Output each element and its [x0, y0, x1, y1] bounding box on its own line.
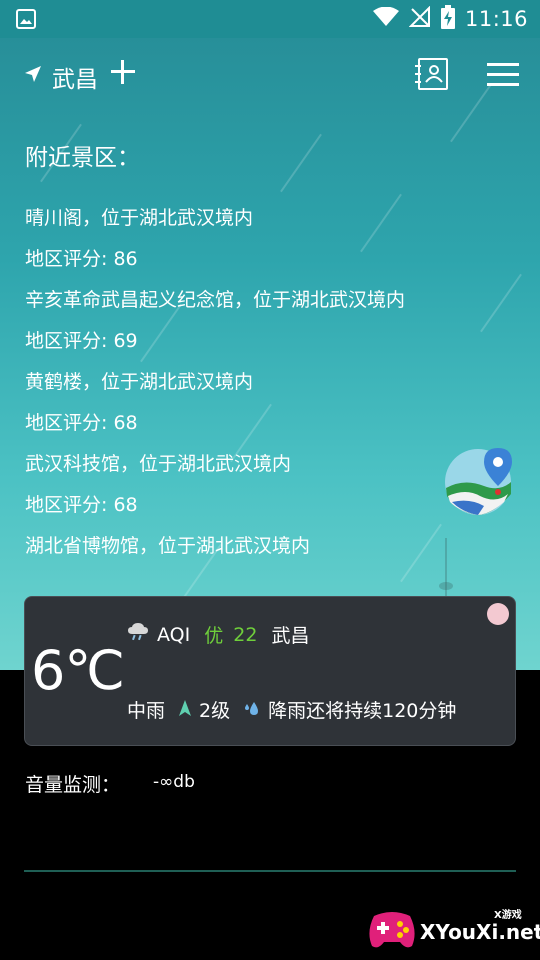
- list-item: 地区评分: 68: [25, 494, 138, 516]
- location-arrow-icon: [24, 65, 42, 87]
- aqi-label: AQI: [157, 623, 191, 646]
- list-item: 武汉科技馆，位于湖北武汉境内: [25, 453, 292, 475]
- no-signal-icon: [408, 5, 431, 32]
- watermark-site: XYouXi.net: [420, 920, 540, 944]
- watermark-tag: X游戏: [494, 910, 522, 921]
- site-watermark: X游戏 XYouXi.net: [366, 902, 540, 956]
- raindrop-icon: [244, 699, 260, 721]
- nearby-spots-list: 晴川阁，位于湖北武汉境内 地区评分: 86 辛亥革命武昌起义纪念馆，位于湖北武汉…: [25, 205, 405, 574]
- list-item: 湖北省博物馆，位于湖北武汉境内: [25, 535, 311, 557]
- gamepad-logo-icon: [369, 912, 415, 948]
- current-city[interactable]: 武昌: [52, 60, 98, 94]
- top-bar: 武昌: [0, 38, 540, 112]
- menu-button[interactable]: [487, 62, 519, 92]
- map-button[interactable]: [444, 444, 516, 516]
- map-pin-icon: [445, 448, 512, 515]
- gallery-icon: [16, 9, 36, 33]
- list-item: 黄鹤楼，位于湖北武汉境内: [25, 371, 254, 393]
- divider: [24, 870, 516, 872]
- contact-card-icon: [415, 58, 448, 90]
- aqi-value: 22: [233, 623, 258, 646]
- wind-direction-icon: [179, 699, 192, 721]
- badge-icon: [487, 603, 509, 625]
- aqi-row: AQI 优 22 武昌: [127, 621, 309, 648]
- temperature: 6℃: [31, 639, 125, 702]
- status-time: 11:16: [464, 7, 528, 31]
- weather-card[interactable]: 6℃ AQI 优 22 武昌 中雨 2级 降雨还将持续120分钟: [24, 596, 516, 746]
- list-item: 地区评分: 86: [25, 248, 138, 270]
- condition-row: 中雨 2级 降雨还将持续120分钟: [127, 696, 456, 723]
- tower-silhouette-icon: [439, 538, 453, 598]
- list-item: 地区评分: 68: [25, 412, 138, 434]
- district-label: 武昌: [271, 625, 310, 647]
- list-item: 晴川阁，位于湖北武汉境内: [25, 207, 254, 229]
- weather-condition: 中雨: [127, 700, 166, 722]
- cloud-rain-icon: [127, 623, 149, 646]
- list-item: 辛亥革命武昌起义纪念馆，位于湖北武汉境内: [25, 289, 406, 311]
- battery-charging-icon: [440, 5, 455, 33]
- nearby-spots-title: 附近景区：: [25, 145, 140, 171]
- wifi-icon: [372, 6, 399, 31]
- list-item: 地区评分: 69: [25, 330, 138, 352]
- hamburger-menu-icon: [487, 63, 519, 86]
- status-bar: 11:16: [0, 0, 540, 38]
- volume-monitor: 音量监测： -∞db: [25, 770, 195, 797]
- aqi-level: 优: [204, 625, 224, 647]
- contacts-button[interactable]: [414, 56, 450, 96]
- volume-label: 音量监测：: [25, 774, 121, 796]
- rain-forecast: 降雨还将持续120分钟: [268, 700, 457, 722]
- add-city-button[interactable]: [108, 57, 138, 87]
- volume-value: -∞db: [153, 772, 195, 792]
- wind-level: 2级: [199, 700, 231, 722]
